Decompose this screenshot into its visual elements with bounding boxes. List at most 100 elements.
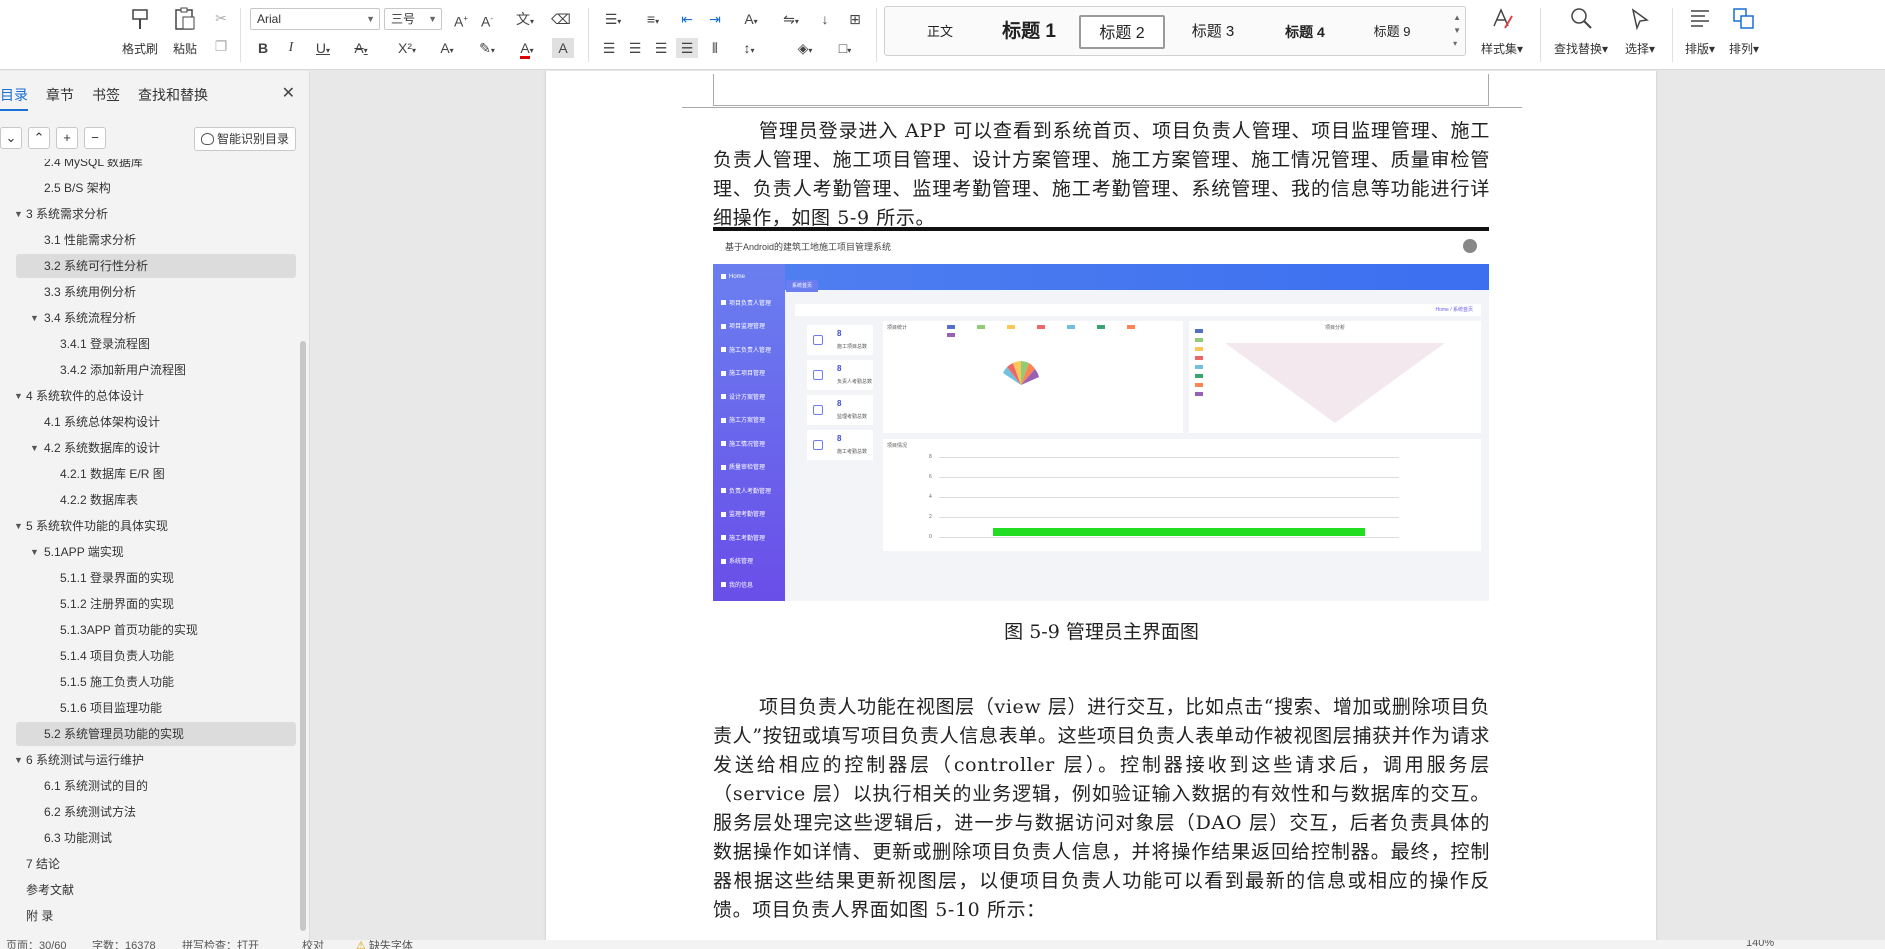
style-normal[interactable]: 正文	[905, 15, 975, 49]
font-name-select[interactable]: Arial ▼	[250, 8, 380, 30]
strikethrough-icon[interactable]: A▾	[348, 38, 374, 58]
distribute-icon[interactable]: ⫴	[704, 38, 726, 58]
line-spacing-icon[interactable]: ↕▾	[734, 38, 764, 58]
toc-item[interactable]: ▼ 4.2 系统数据库的设计	[16, 436, 296, 460]
toc-item[interactable]: 2.4 MySQL 数据库	[16, 159, 296, 174]
clear-format-icon[interactable]: ⌫	[550, 9, 572, 29]
word-count[interactable]: 字数：16378	[92, 940, 156, 949]
expand-triangle-icon[interactable]: ▼	[14, 748, 23, 772]
tab-bookmarks[interactable]: 书签	[92, 85, 120, 105]
font-size-select[interactable]: 三号 ▼	[384, 8, 442, 30]
toc-item[interactable]: 参考文献	[16, 878, 296, 902]
decrease-indent-icon[interactable]: ⇤	[676, 9, 698, 29]
copy-icon[interactable]: ❐	[210, 36, 232, 56]
align-right-icon[interactable]: ☰	[650, 38, 672, 58]
figure-screenshot[interactable]: 基于Android的建筑工地施工项目管理系统 Home 项目负责人管理 项目监理管理…	[713, 227, 1489, 601]
toc-item[interactable]: 5.1.6 项目监理功能	[16, 696, 296, 720]
bold-icon[interactable]: B	[252, 38, 274, 58]
toc-item[interactable]: 2.5 B/S 架构	[16, 176, 296, 200]
justify-icon[interactable]: ☰	[676, 38, 698, 58]
expand-triangle-icon[interactable]: ▼	[14, 514, 23, 538]
underline-icon[interactable]: U▾	[310, 38, 336, 58]
highlight-icon[interactable]: ✎▾	[472, 38, 502, 58]
sort-icon[interactable]: ⇋▾	[776, 9, 806, 29]
style-heading-3[interactable]: 标题 3	[1173, 15, 1253, 49]
style-heading-9[interactable]: 标题 9	[1357, 15, 1427, 49]
tab-toc[interactable]: 目录	[0, 85, 28, 111]
style-set-button[interactable]: 样式集▾	[1474, 6, 1530, 57]
toc-item[interactable]: ▼ 5.1APP 端实现	[16, 540, 296, 564]
tab-chapters[interactable]: 章节	[46, 85, 74, 105]
cut-icon[interactable]: ✂	[210, 8, 232, 28]
paste-button[interactable]: 粘贴	[167, 6, 203, 57]
text-effect-icon[interactable]: A▾	[434, 38, 460, 58]
format-painter-button[interactable]: 格式刷	[118, 6, 162, 57]
toc-item[interactable]: 5.1.1 登录界面的实现	[16, 566, 296, 590]
toc-item[interactable]: ▼ 3.4 系统流程分析	[16, 306, 296, 330]
select-button[interactable]: 选择▾	[1620, 6, 1660, 57]
tab-find-replace[interactable]: 查找和替换	[138, 85, 208, 105]
numbered-list-icon[interactable]: ≡▾	[638, 9, 668, 29]
expand-down-button[interactable]: ⌄	[0, 127, 22, 149]
toc-item[interactable]: 3.2 系统可行性分析	[16, 254, 296, 278]
page-indicator[interactable]: 页面：30/60	[6, 940, 67, 949]
zoom-level[interactable]: 140%	[1746, 940, 1774, 949]
close-icon[interactable]: ✕	[282, 83, 295, 103]
toc-item[interactable]: 6.2 系统测试方法	[16, 800, 296, 824]
superscript-icon[interactable]: X²▾	[392, 38, 422, 58]
body-paragraph[interactable]: 管理员登录进入 APP 可以查看到系统首页、项目负责人管理、项目监理管理、施工负…	[713, 117, 1490, 233]
add-item-button[interactable]: +	[56, 127, 78, 149]
expand-triangle-icon[interactable]: ▼	[14, 202, 23, 226]
toc-item[interactable]: 6.3 功能测试	[16, 826, 296, 850]
pinyin-guide-icon[interactable]: 文▾	[510, 9, 540, 29]
toc-item[interactable]: 5.1.5 施工负责人功能	[16, 670, 296, 694]
toc-item[interactable]: ▼ 3 系统需求分析	[14, 202, 296, 226]
smart-toc-button[interactable]: 智能识别目录	[194, 127, 296, 151]
toc-item[interactable]: 4.2.2 数据库表	[16, 488, 296, 512]
style-heading-1[interactable]: 标题 1	[985, 15, 1073, 49]
font-color-icon[interactable]: A▾	[512, 38, 542, 59]
toc-item[interactable]: 3.4.1 登录流程图	[16, 332, 296, 356]
toc-item[interactable]: ▼ 5 系统软件功能的具体实现	[14, 514, 296, 538]
style-heading-4[interactable]: 标题 4	[1265, 15, 1345, 49]
align-left-icon[interactable]: ☰	[598, 38, 620, 58]
expand-triangle-icon[interactable]: ▼	[14, 384, 23, 408]
sort-az-icon[interactable]: ↓	[814, 9, 836, 29]
italic-icon[interactable]: I	[280, 38, 302, 58]
toc-item[interactable]: 附 录	[16, 904, 296, 928]
arrange-button[interactable]: 排列▾	[1726, 6, 1762, 57]
toc-item[interactable]: 6.1 系统测试的目的	[16, 774, 296, 798]
toc-item[interactable]: 4.1 系统总体架构设计	[16, 410, 296, 434]
toc-item[interactable]: ▼ 4 系统软件的总体设计	[14, 384, 296, 408]
shrink-font-icon[interactable]: A-	[476, 9, 498, 30]
toc-item[interactable]: 3.1 性能需求分析	[16, 228, 296, 252]
paragraph-shading-icon[interactable]: ◈▾	[790, 38, 820, 58]
toc-item[interactable]: 4.2.1 数据库 E/R 图	[16, 462, 296, 486]
bullet-list-icon[interactable]: ☰▾	[598, 9, 628, 29]
proofread-status[interactable]: 校对	[302, 940, 324, 949]
missing-font-status[interactable]: ⚠ 缺失字体	[356, 940, 413, 949]
toc-item[interactable]: 5.1.3APP 首页功能的实现	[16, 618, 296, 642]
align-center-icon[interactable]: ☰	[624, 38, 646, 58]
gallery-scroll[interactable]: ▲ ▼ ▾	[1453, 11, 1461, 50]
char-shading-icon[interactable]: A	[552, 38, 574, 58]
find-replace-button[interactable]: 查找替换▾	[1550, 6, 1612, 57]
toc-item[interactable]: 3.3 系统用例分析	[16, 280, 296, 304]
expand-triangle-icon[interactable]: ▼	[30, 306, 39, 330]
border-icon[interactable]: □▾	[830, 38, 860, 58]
toc-item[interactable]: 5.1.4 项目负责人功能	[16, 644, 296, 668]
spell-check-status[interactable]: 拼写检查：打开	[182, 940, 259, 949]
body-paragraph[interactable]: 项目负责人功能在视图层（view 层）进行交互，比如点击“搜索、增加或删除项目负…	[713, 693, 1490, 925]
toc-item[interactable]: 5.1.2 注册界面的实现	[16, 592, 296, 616]
show-marks-icon[interactable]: ⊞	[844, 9, 866, 29]
expand-triangle-icon[interactable]: ▼	[30, 540, 39, 564]
expand-triangle-icon[interactable]: ▼	[30, 436, 39, 460]
increase-indent-icon[interactable]: ⇥	[704, 9, 726, 29]
toc-item[interactable]: 7 结论	[16, 852, 296, 876]
remove-item-button[interactable]: −	[84, 127, 106, 149]
text-direction-icon[interactable]: A▾	[736, 9, 766, 29]
toc-item[interactable]: ▼ 6 系统测试与运行维护	[14, 748, 296, 772]
typesetting-button[interactable]: 排版▾	[1682, 6, 1718, 57]
grow-font-icon[interactable]: A+	[450, 9, 472, 30]
style-heading-2[interactable]: 标题 2	[1079, 15, 1165, 49]
